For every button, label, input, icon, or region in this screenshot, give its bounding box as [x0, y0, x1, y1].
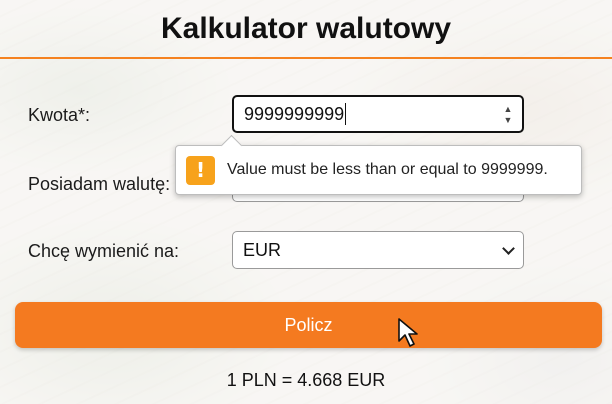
text-caret [345, 103, 347, 125]
exchange-rate-result: 1 PLN = 4.668 EUR [226, 370, 386, 390]
amount-value: 9999999999 [244, 103, 345, 124]
amount-label: Kwota*: [28, 105, 91, 125]
calculate-button[interactable]: Policz [15, 302, 602, 348]
warning-icon: ! [186, 155, 215, 185]
have-currency-label: Posiadam walutę: [28, 174, 171, 194]
mouse-pointer-icon [398, 318, 418, 347]
spinner-up-icon[interactable]: ▲ [504, 105, 513, 114]
want-currency-label: Chcę wymienić na: [28, 241, 180, 261]
chevron-down-icon [502, 242, 515, 255]
validation-message: Value must be less than or equal to 9999… [227, 161, 548, 178]
spinner-down-icon[interactable]: ▼ [504, 116, 513, 125]
amount-input[interactable]: 9999999999 ▲ ▼ [232, 95, 524, 133]
want-currency-select[interactable]: EUR [232, 231, 524, 269]
page-title: Kalkulator walutowy [160, 12, 452, 45]
number-spinner[interactable]: ▲ ▼ [502, 105, 514, 125]
validation-tooltip: ! Value must be less than or equal to 99… [175, 145, 582, 195]
title-divider [0, 57, 612, 59]
want-currency-value: EUR [243, 239, 282, 260]
